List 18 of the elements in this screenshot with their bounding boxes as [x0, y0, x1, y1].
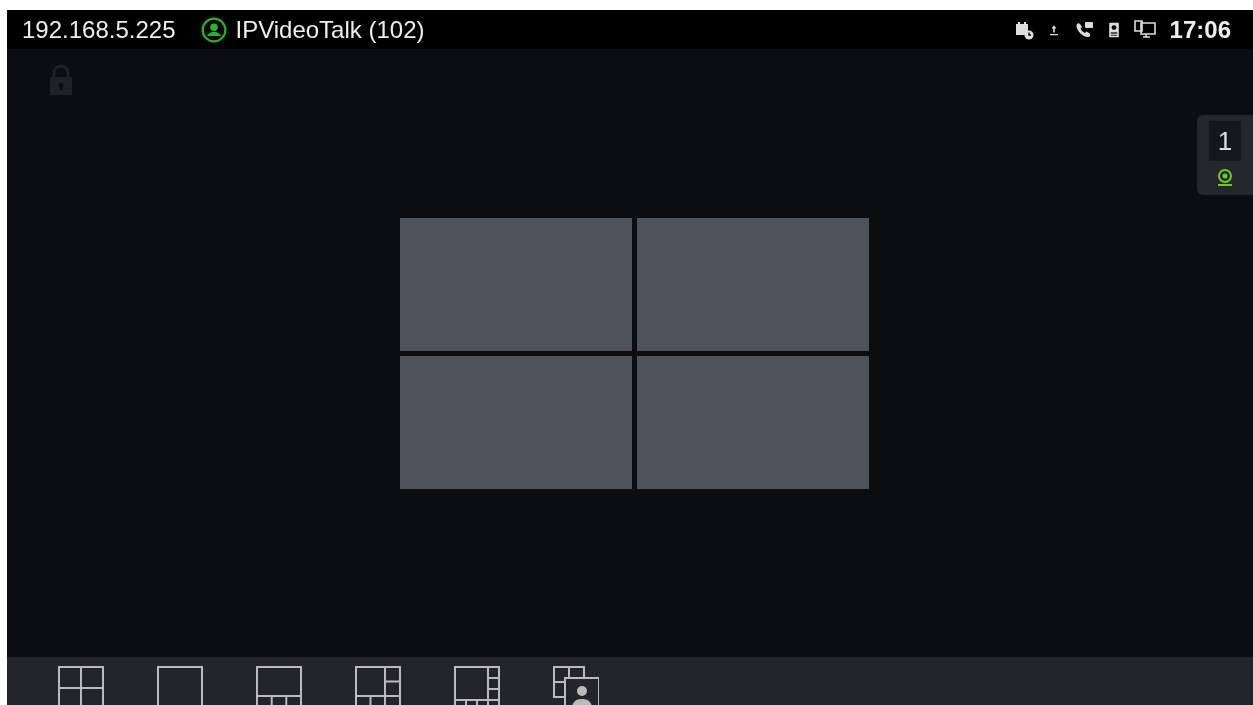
clock: 17:06 [1169, 15, 1231, 44]
picture-in-picture-layout-icon[interactable] [553, 666, 599, 705]
network-icon [1133, 19, 1156, 40]
account-icon [201, 16, 228, 43]
camera-icon[interactable] [1215, 167, 1235, 187]
grid-layout-icon[interactable] [58, 666, 104, 705]
video-tile[interactable] [636, 355, 869, 489]
participant-count: 1 [1209, 121, 1241, 161]
grid-layout-icon[interactable] [256, 666, 302, 705]
video-tile[interactable] [636, 217, 869, 351]
video-tile[interactable] [399, 355, 632, 489]
calendar-clock-icon [1013, 19, 1034, 40]
grid-layout-icon[interactable] [355, 666, 401, 705]
grid-layout-icon[interactable] [157, 666, 203, 705]
ip-address: 192.168.5.225 [22, 15, 176, 44]
account-name: IPVideoTalk (102) [235, 15, 425, 44]
video-tile[interactable] [399, 217, 632, 351]
grid-layout-icon[interactable] [454, 666, 500, 705]
